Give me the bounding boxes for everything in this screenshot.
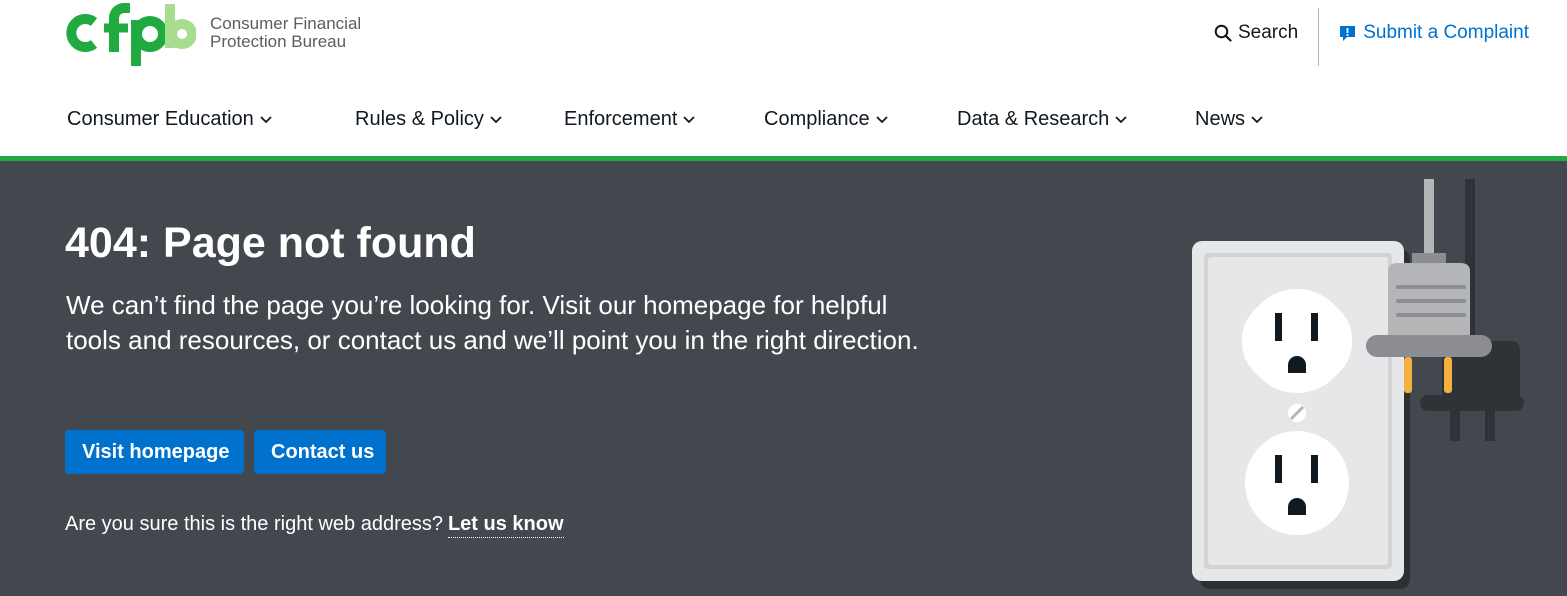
chevron-down-icon xyxy=(260,115,272,123)
nav-label: Compliance xyxy=(764,108,870,130)
complaint-label: Submit a Complaint xyxy=(1363,22,1529,43)
submit-complaint-link[interactable]: Submit a Complaint xyxy=(1339,22,1529,44)
chevron-down-icon xyxy=(683,115,696,123)
chevron-down-icon xyxy=(875,115,888,123)
cfpb-logo-mark xyxy=(66,3,196,66)
nav-item-compliance[interactable]: Compliance xyxy=(764,108,888,131)
let-us-know-link[interactable]: Let us know xyxy=(447,513,564,538)
nav-label: Data & Research xyxy=(957,108,1110,130)
error-hero: 404: Page not found We can’t find the pa… xyxy=(0,161,1567,596)
nav-item-news[interactable]: News xyxy=(1195,108,1263,131)
utility-divider xyxy=(1318,8,1320,66)
complaint-bubble-icon xyxy=(1340,25,1356,41)
nav-label: News xyxy=(1195,108,1246,130)
logo-line-2: Protection Bureau xyxy=(210,32,347,51)
nav-item-rules-policy[interactable]: Rules & Policy xyxy=(355,108,502,131)
cfpb-logo[interactable]: Consumer Financial Protection Bureau xyxy=(64,0,361,66)
nav-item-consumer-education[interactable]: Consumer Education xyxy=(67,108,272,131)
chevron-down-icon xyxy=(490,115,502,123)
logo-wordmark: Consumer Financial Protection Bureau xyxy=(210,15,361,51)
search-button[interactable]: Search xyxy=(1214,22,1298,44)
search-icon xyxy=(1214,24,1232,42)
feedback-question: Are you sure this is the right web addre… xyxy=(65,513,443,535)
error-message: We can’t find the page you’re looking fo… xyxy=(66,290,919,355)
chevron-down-icon xyxy=(1115,115,1127,123)
nav-item-data-research[interactable]: Data & Research xyxy=(957,108,1127,131)
chevron-down-icon xyxy=(1251,115,1263,123)
contact-us-button[interactable]: Contact us xyxy=(254,430,386,474)
search-label: Search xyxy=(1238,22,1299,43)
feedback-prompt: Are you sure this is the right web addre… xyxy=(65,513,564,538)
logo-line-1: Consumer Financial xyxy=(210,14,362,33)
page-title: 404: Page not found xyxy=(65,219,476,267)
main-nav: Consumer Education Rules & Policy Enforc… xyxy=(0,108,1567,138)
utility-nav: Search Submit a Complaint xyxy=(1214,8,1529,66)
nav-label: Enforcement xyxy=(564,108,678,130)
nav-label: Rules & Policy xyxy=(355,108,484,130)
outlet-plug-illustration xyxy=(1192,179,1524,589)
visit-homepage-button[interactable]: Visit homepage xyxy=(65,430,244,474)
nav-item-enforcement[interactable]: Enforcement xyxy=(564,108,696,131)
nav-label: Consumer Education xyxy=(67,108,254,130)
site-header: Consumer Financial Protection Bureau Sea… xyxy=(0,0,1567,160)
